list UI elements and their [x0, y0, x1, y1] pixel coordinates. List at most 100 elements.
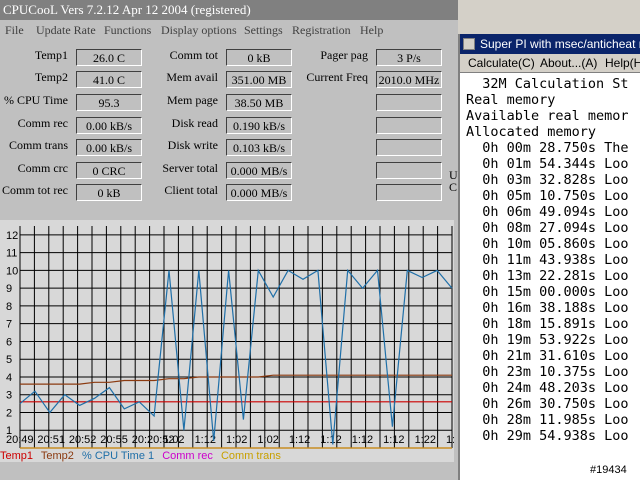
- menu-help-superpi[interactable]: Help(H): [605, 54, 640, 72]
- output-line: 0h 21m 31.610s Loo: [466, 348, 629, 364]
- legend-cpu-time: % CPU Time 1: [81, 450, 155, 462]
- x-tick-label: 20:51: [37, 434, 65, 446]
- x-tick-label: 1:12: [289, 434, 310, 446]
- output-line: 0h 11m 43.938s Loo: [466, 252, 629, 268]
- menu-help[interactable]: Help: [360, 21, 383, 39]
- stat-label-col2-6: Client total: [164, 183, 218, 197]
- stat-label-col1-1: Temp2: [34, 70, 68, 84]
- y-tick-label: 8: [6, 301, 12, 313]
- output-line: 0h 03m 32.828s Loo: [466, 172, 629, 188]
- stat-label-col2-0: Comm tot: [169, 48, 218, 62]
- legend-temp2: Temp2: [40, 450, 74, 462]
- output-line: 32M Calculation St: [466, 76, 629, 92]
- output-line: 0h 08m 27.094s Loo: [466, 220, 629, 236]
- output-line: 0h 26m 30.750s Loo: [466, 396, 629, 412]
- output-line: 0h 23m 10.375s Loo: [466, 364, 629, 380]
- cpucool-window: CPUCooL Vers 7.2.12 Apr 12 2004 (registe…: [0, 0, 458, 480]
- x-tick-label: 1:12: [352, 434, 373, 446]
- stat-value-col2-4: 0.103 kB/s: [226, 139, 292, 156]
- legend-temp1: Temp1: [0, 450, 34, 462]
- performance-graph: 121110987654321 20:49 20:51 20:52 20:55 20:2…: [0, 220, 454, 462]
- y-tick-label: 11: [6, 248, 17, 260]
- output-line: 0h 05m 10.750s Loo: [466, 188, 629, 204]
- stat-value-col3-3: [376, 117, 442, 134]
- menu-registration[interactable]: Registration: [292, 21, 351, 39]
- superpi-output: 32M Calculation St Real memory Available r…: [466, 76, 629, 444]
- output-line: 0h 29m 54.938s Loo: [466, 428, 629, 444]
- x-tick-label: 20:55: [100, 434, 128, 446]
- menu-file[interactable]: File: [5, 21, 24, 39]
- output-line: 0h 16m 38.188s Loo: [466, 300, 629, 316]
- stat-value-col2-2: 38.50 MB: [226, 94, 292, 111]
- x-tick-label: 1:12: [383, 434, 404, 446]
- legend-comm-trans: Comm trans: [220, 450, 281, 462]
- output-line: 0h 01m 54.344s Loo: [466, 156, 629, 172]
- stat-label-col2-4: Disk write: [167, 138, 218, 152]
- stat-value-col2-3: 0.190 kB/s: [226, 117, 292, 134]
- y-tick-label: 7: [6, 319, 12, 331]
- superpi-window: Super PI with msec/anticheat mod Calcula…: [458, 34, 640, 480]
- x-tick-label: 1:02: [226, 434, 247, 446]
- cpucool-title-bar[interactable]: CPUCooL Vers 7.2.12 Apr 12 2004 (registe…: [0, 0, 458, 20]
- output-line: 0h 24m 48.203s Loo: [466, 380, 629, 396]
- output-line: 0h 15m 00.000s Loo: [466, 284, 629, 300]
- y-tick-label: 2: [6, 407, 12, 419]
- stat-value-col3-0: 3 P/s: [376, 49, 442, 66]
- stat-value-col3-4: [376, 139, 442, 156]
- stat-value-col3-2: [376, 94, 442, 111]
- output-line: 0h 06m 49.094s Loo: [466, 204, 629, 220]
- x-tick-label: 1:12: [320, 434, 341, 446]
- stat-value-col2-5: 0.000 MB/s: [226, 162, 292, 179]
- output-line: 0h 19m 53.922s Loo: [466, 332, 629, 348]
- stat-label-col2-5: Server total: [162, 161, 218, 175]
- output-line: 0h 28m 11.985s Loo: [466, 412, 629, 428]
- stat-value-col2-6: 0.000 MB/s: [226, 184, 292, 201]
- stat-label-col2-2: Mem page: [167, 93, 218, 107]
- y-tick-label: 5: [6, 354, 12, 366]
- stat-value-col3-1: 2010.0 MHz: [376, 71, 442, 88]
- stat-label-col1-3: Comm rec: [17, 116, 68, 130]
- cpucool-menu-bar: File Update Rate Functions Display optio…: [0, 21, 458, 39]
- menu-about[interactable]: About...(A): [540, 54, 597, 72]
- watermark-id: #19434: [590, 464, 627, 476]
- stat-label-col2-3: Disk read: [171, 116, 218, 130]
- superpi-title-bar[interactable]: Super PI with msec/anticheat mod: [460, 34, 640, 54]
- output-line: 0h 18m 15.891s Loo: [466, 316, 629, 332]
- stat-label-col1-6: Comm tot rec: [2, 183, 68, 197]
- stat-label-col1-2: % CPU Time: [3, 93, 68, 107]
- superpi-menu-bar: Calculate(C) About...(A) Help(H): [460, 54, 640, 73]
- output-line: 0h 10m 05.860s Loo: [466, 236, 629, 252]
- x-tick-label: 20:52: [69, 434, 97, 446]
- menu-functions[interactable]: Functions: [104, 21, 151, 39]
- menu-calculate[interactable]: Calculate(C): [468, 54, 535, 72]
- output-line: Real memory: [466, 92, 556, 108]
- x-tick-label: 1:22: [415, 434, 436, 446]
- y-tick-label: 9: [6, 283, 12, 295]
- stat-label-col1-5: Comm crc: [17, 161, 68, 175]
- output-line: Allocated memory: [466, 124, 597, 140]
- menu-update-rate[interactable]: Update Rate: [36, 21, 96, 39]
- stat-label-col1-0: Temp1: [34, 48, 68, 62]
- x-tick-label: 1:02: [257, 434, 278, 446]
- stat-label-col3-1: Current Freq: [306, 70, 368, 84]
- y-tick-label: 10: [6, 265, 18, 277]
- stat-value-col3-5: [376, 162, 442, 179]
- app-icon: [463, 38, 475, 50]
- x-tick-label: 1:02: [163, 434, 184, 446]
- menu-settings[interactable]: Settings: [244, 21, 283, 39]
- stat-label-col1-4: Comm trans: [9, 138, 68, 152]
- x-tick-label: 20:49: [6, 434, 34, 446]
- output-line: 0h 13m 22.281s Loo: [466, 268, 629, 284]
- y-tick-label: 6: [6, 336, 12, 348]
- window-title: CPUCooL Vers 7.2.12 Apr 12 2004 (registe…: [3, 2, 251, 17]
- y-tick-label: 4: [6, 372, 12, 384]
- stat-value-col3-6: [376, 184, 442, 201]
- stat-label-col2-1: Mem avail: [166, 70, 218, 84]
- x-axis-ticks: 20:49 20:51 20:52 20:55 20:20:521:02 1:12 1:02…: [6, 434, 454, 446]
- side-label-c: C: [449, 180, 458, 194]
- menu-display-options[interactable]: Display options: [161, 21, 237, 39]
- x-tick-label: 1:: [446, 434, 454, 446]
- y-tick-label: 3: [6, 390, 12, 402]
- stat-label-col3-0: Pager pag: [320, 48, 368, 62]
- y-tick-label: 12: [6, 230, 18, 242]
